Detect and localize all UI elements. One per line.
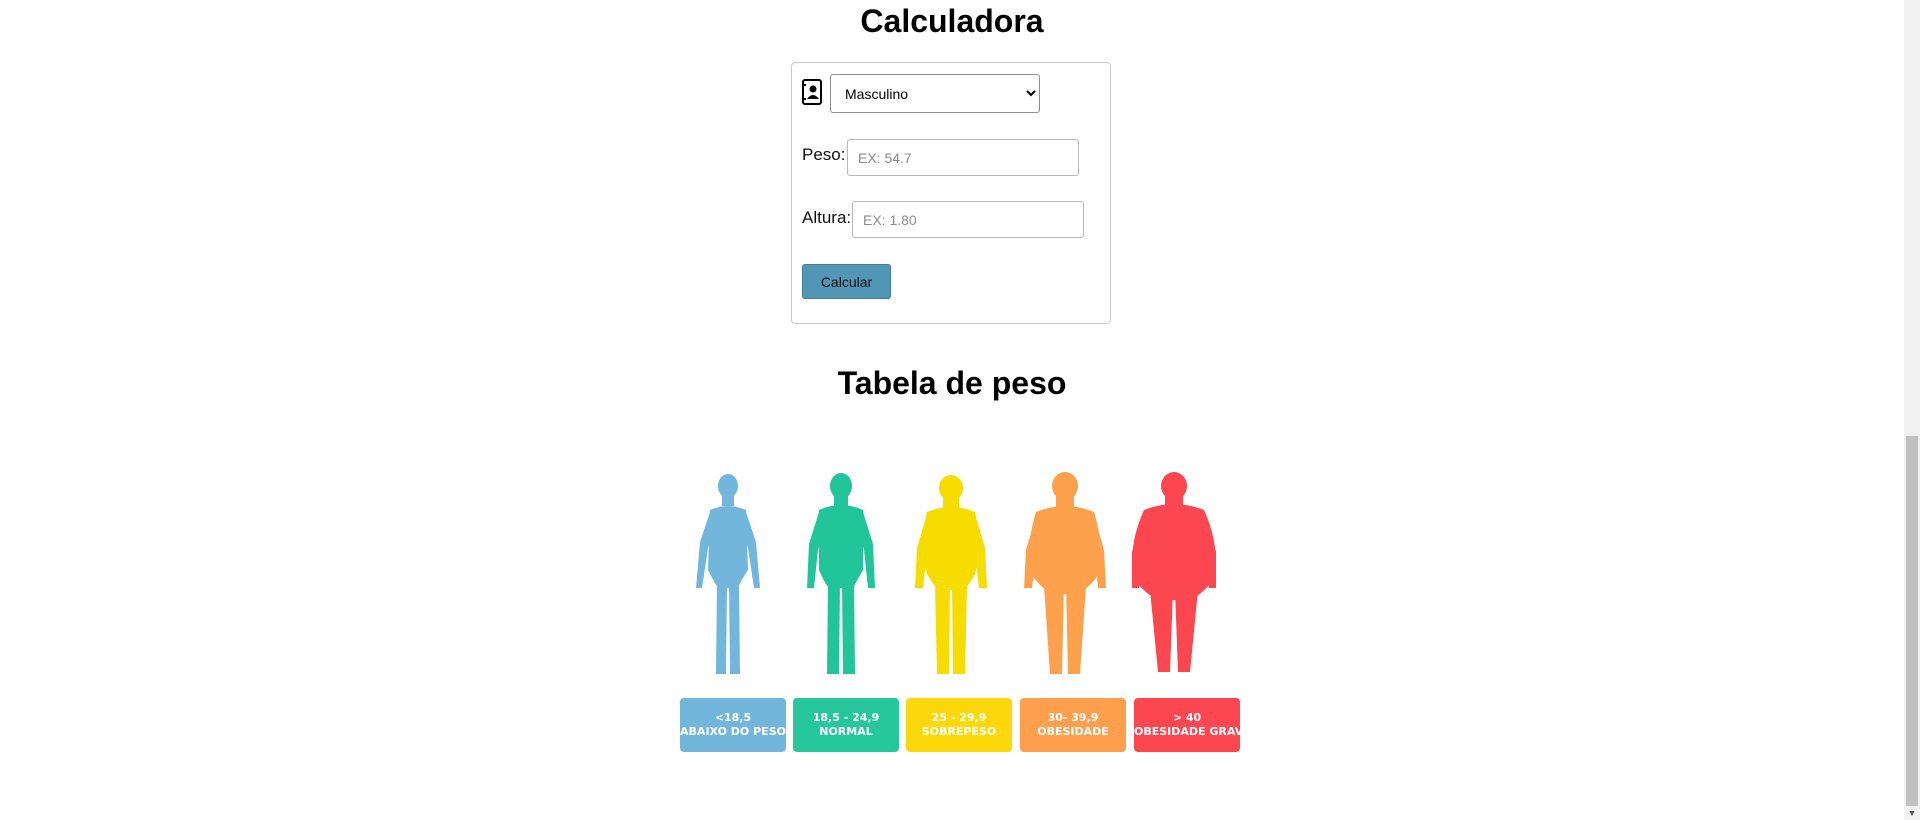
- body-figure-severe-obese-icon: [1132, 472, 1216, 672]
- body-figure-underweight-icon: [696, 474, 760, 674]
- bmi-category-label: OBESIDADE: [1037, 725, 1109, 738]
- calculator-title: Calculadora: [860, 3, 1044, 39]
- calculator-card: Masculino Peso: Altura: Calcular: [791, 62, 1111, 324]
- contact-book-icon: [802, 79, 822, 105]
- calcular-button[interactable]: Calcular: [802, 264, 891, 299]
- weight-figures: [0, 470, 1904, 680]
- bmi-category-label: OBESIDADE GRAVE: [1134, 725, 1251, 738]
- body-figure-normal-icon: [807, 473, 875, 674]
- bmi-badge-underweight: <18,5 ABAIXO DO PESO: [680, 698, 786, 752]
- peso-input[interactable]: [847, 139, 1079, 176]
- bmi-range: 30- 39,9: [1047, 711, 1099, 724]
- bmi-range: > 40: [1172, 711, 1202, 724]
- bmi-badge-severe-obese: > 40 OBESIDADE GRAVE: [1134, 698, 1251, 752]
- scrollbar-thumb[interactable]: [1906, 436, 1918, 806]
- altura-label: Altura:: [802, 208, 852, 227]
- bmi-category-label: SOBREPESO: [921, 725, 997, 738]
- gender-select[interactable]: Masculino: [830, 74, 1040, 113]
- peso-label: Peso:: [802, 145, 846, 164]
- bmi-range: 25 - 29,9: [931, 711, 987, 724]
- page-scrollbar[interactable]: ▼: [1904, 0, 1920, 820]
- bmi-badge-overweight: 25 - 29,9 SOBREPESO: [906, 698, 1012, 752]
- bmi-category-label: NORMAL: [819, 725, 873, 738]
- scroll-down-arrow-icon[interactable]: ▼: [1904, 806, 1920, 820]
- weight-table-title: Tabela de peso: [837, 365, 1067, 401]
- page: Calculadora Masculino Peso: Altura: Calc…: [0, 0, 1904, 820]
- bmi-badge-normal: 18,5 - 24,9 NORMAL: [793, 698, 899, 752]
- bmi-category-label: ABAIXO DO PESO: [680, 725, 786, 738]
- body-figure-overweight-icon: [915, 475, 987, 674]
- body-figure-obese-icon: [1024, 472, 1106, 674]
- altura-input[interactable]: [852, 201, 1084, 238]
- bmi-badge-obese: 30- 39,9 OBESIDADE: [1020, 698, 1126, 752]
- bmi-range: 18,5 - 24,9: [812, 711, 880, 724]
- bmi-range: <18,5: [714, 711, 752, 724]
